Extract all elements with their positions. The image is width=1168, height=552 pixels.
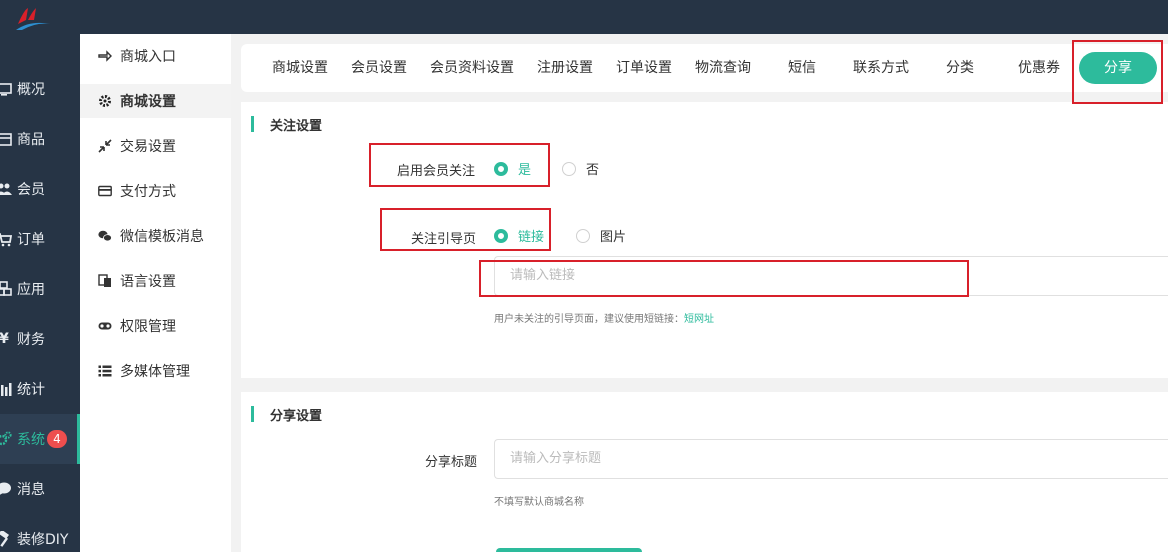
list-icon — [98, 365, 112, 377]
save-button[interactable] — [496, 548, 642, 552]
sidebar-item-goods[interactable]: 商品 — [0, 114, 80, 164]
sidebar-item-label: 财务 — [17, 332, 45, 348]
tab-sms[interactable]: 短信 — [788, 44, 816, 92]
submenu-item-shop-settings[interactable]: 商城设置 — [80, 84, 231, 118]
submenu-item-shop-entry[interactable]: 商城入口 — [80, 39, 231, 73]
submenu-item-language[interactable]: 语言设置 — [80, 264, 231, 298]
radio-dot — [576, 228, 590, 243]
sidebar-item-label: 订单 — [17, 232, 45, 248]
submenu-item-payment[interactable]: 支付方式 — [80, 174, 231, 208]
annotation-box — [380, 208, 551, 251]
submenu-item-label: 商城设置 — [120, 94, 176, 110]
annotation-box — [1072, 40, 1163, 104]
hand-pointer-icon — [98, 50, 112, 62]
submenu-item-label: 多媒体管理 — [120, 364, 190, 380]
submenu-item-label: 微信模板消息 — [120, 229, 204, 245]
yen-icon: ¥ — [0, 331, 9, 347]
radio-label: 否 — [586, 163, 600, 178]
annotation-box — [479, 260, 969, 297]
sidebar-item-label: 统计 — [17, 382, 45, 398]
tab-order-settings[interactable]: 订单设置 — [616, 44, 672, 92]
submenu-item-label: 权限管理 — [120, 319, 176, 335]
language-icon — [98, 274, 111, 287]
share-settings-card: 分享设置 分享标题 请输入分享标题 不填写默认商城名称 — [241, 392, 1168, 552]
sidebar-item-messages[interactable]: 消息 — [0, 464, 80, 514]
share-title-input[interactable]: 请输入分享标题 — [494, 439, 1168, 479]
sidebar-item-label: 消息 — [17, 482, 45, 498]
tab-member-settings[interactable]: 会员设置 — [351, 44, 407, 92]
monitor-icon — [0, 83, 12, 96]
submenu-item-label: 交易设置 — [120, 139, 176, 155]
submenu-item-label: 支付方式 — [120, 184, 176, 200]
sidebar-item-apps[interactable]: 应用 — [0, 264, 80, 314]
submenu-item-media[interactable]: 多媒体管理 — [80, 354, 231, 388]
main-sidebar: 概况 商品 会员 订单 应用 ¥ 财务 统计 系统 消息 装修DIY — [0, 34, 80, 552]
hint-text: 用户未关注的引导页面，建议使用短链接： — [494, 314, 684, 325]
submenu-item-trade-settings[interactable]: 交易设置 — [80, 129, 231, 163]
section-title: 关注设置 — [251, 116, 322, 134]
sidebar-item-orders[interactable]: 订单 — [0, 214, 80, 264]
bar-chart-icon — [1, 383, 12, 396]
guide-image-radio[interactable]: 图片 — [576, 226, 626, 245]
submenu-item-permissions[interactable]: 权限管理 — [80, 309, 231, 343]
tab-contact[interactable]: 联系方式 — [853, 44, 909, 92]
sidebar-item-diy[interactable]: 装修DIY — [0, 514, 80, 552]
submenu-item-label: 商城入口 — [120, 49, 176, 65]
tab-shop-settings[interactable]: 商城设置 — [272, 44, 328, 92]
top-bar — [0, 0, 1168, 34]
hammer-icon — [0, 531, 9, 547]
guide-link-hint: 用户未关注的引导页面，建议使用短链接：短网址 — [494, 310, 714, 325]
wechat-icon — [98, 230, 112, 242]
cart-icon — [0, 233, 12, 247]
cubes-icon — [0, 281, 12, 296]
tab-category[interactable]: 分类 — [946, 44, 974, 92]
settings-tabs: 商城设置 会员设置 会员资料设置 注册设置 订单设置 物流查询 短信 联系方式 … — [241, 44, 1168, 92]
sidebar-item-label: 商品 — [17, 132, 45, 148]
share-title-hint: 不填写默认商城名称 — [494, 497, 584, 508]
tab-register-settings[interactable]: 注册设置 — [537, 44, 593, 92]
sidebar-item-label: 概况 — [17, 82, 45, 98]
box-icon — [0, 133, 12, 146]
tab-member-profile-settings[interactable]: 会员资料设置 — [430, 44, 514, 92]
message-count-badge: 4 — [47, 430, 67, 448]
sidebar-item-finance[interactable]: ¥ 财务 — [0, 314, 80, 364]
submenu-item-wechat-template[interactable]: 微信模板消息 — [80, 219, 231, 253]
sidebar-item-stats[interactable]: 统计 — [0, 364, 80, 414]
credit-card-icon — [98, 185, 112, 197]
sidebar-item-overview[interactable]: 概况 — [0, 64, 80, 114]
section-title: 分享设置 — [251, 406, 322, 424]
users-icon — [0, 183, 12, 195]
radio-dot — [562, 161, 576, 176]
compress-icon — [98, 139, 112, 153]
annotation-box — [369, 143, 550, 187]
sidebar-item-label: 应用 — [17, 282, 45, 298]
submenu-item-label: 语言设置 — [120, 274, 176, 290]
sidebar-item-label: 会员 — [17, 182, 45, 198]
share-title-label: 分享标题 — [425, 455, 478, 470]
brand-logo[interactable] — [14, 6, 54, 32]
mask-icon — [98, 322, 112, 330]
sidebar-item-label: 装修DIY — [17, 532, 69, 548]
tab-logistics-query[interactable]: 物流查询 — [695, 44, 751, 92]
sidebar-item-members[interactable]: 会员 — [0, 164, 80, 214]
chat-icon — [0, 482, 11, 495]
short-url-link[interactable]: 短网址 — [684, 314, 714, 325]
sidebar-item-system[interactable]: 系统 — [0, 414, 80, 464]
settings-submenu: 商城入口 商城设置 交易设置 支付方式 微信模板消息 语言设置 权限管理 多媒体… — [80, 34, 231, 552]
enable-follow-no-radio[interactable]: 否 — [562, 159, 599, 178]
gears-icon — [0, 431, 12, 446]
sidebar-item-label: 系统 — [17, 432, 45, 448]
gear-icon — [99, 95, 111, 107]
radio-label: 图片 — [600, 230, 627, 245]
tab-coupon[interactable]: 优惠券 — [1018, 44, 1060, 92]
